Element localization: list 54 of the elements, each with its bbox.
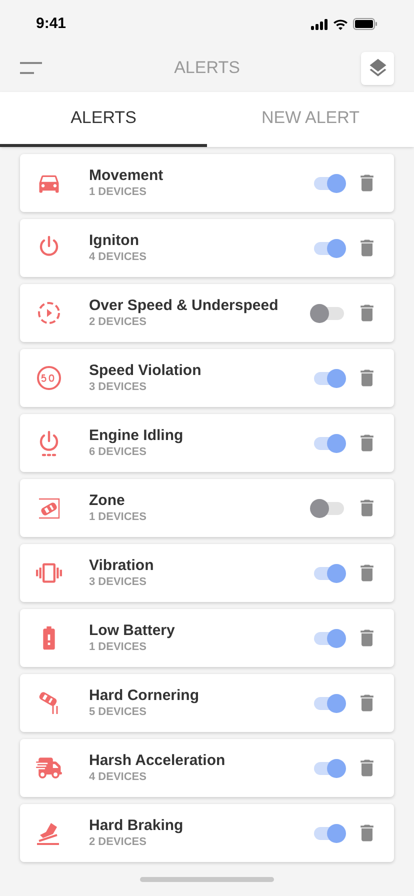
layers-button[interactable]: [361, 52, 394, 84]
alert-card[interactable]: Low Battery 1 DEVICES: [20, 609, 394, 667]
tab[interactable]: ALERTS: [0, 92, 207, 147]
toggle-switch[interactable]: [314, 826, 344, 840]
alert-card[interactable]: Vibration 3 DEVICES: [20, 544, 394, 602]
device-count: 4 DEVICES: [89, 250, 148, 265]
alert-card[interactable]: Movement 1 DEVICES: [20, 154, 394, 212]
truck-icon: [36, 755, 62, 781]
device-count: 5 DEVICES: [89, 705, 148, 720]
alert-name: Igniton: [89, 231, 140, 250]
device-count: 3 DEVICES: [89, 575, 148, 590]
device-count: 1 DEVICES: [89, 185, 148, 200]
alert-card[interactable]: Hard Cornering 5 DEVICES: [20, 674, 394, 732]
battery-icon: [353, 18, 378, 30]
alert-name: Vibration: [89, 556, 155, 575]
alert-name: Zone: [89, 491, 126, 510]
signal-icon: [311, 18, 328, 30]
wifi-icon: [333, 18, 348, 30]
speed-limit-icon: [36, 365, 62, 391]
alert-card[interactable]: Over Speed & Underspeed 2 DEVICES: [20, 284, 394, 342]
page-title: ALERTS: [174, 57, 240, 80]
toggle-switch[interactable]: [314, 436, 344, 450]
alert-name: Engine Idling: [89, 426, 184, 445]
device-count: 1 DEVICES: [89, 510, 148, 525]
alert-card[interactable]: Zone 1 DEVICES: [20, 479, 394, 537]
alert-card[interactable]: Engine Idling 6 DEVICES: [20, 414, 394, 472]
device-count: 4 DEVICES: [89, 770, 148, 785]
play-circle-icon: [36, 300, 62, 326]
toggle-switch[interactable]: [314, 566, 344, 580]
alert-card[interactable]: Harsh Acceleration 4 DEVICES: [20, 739, 394, 797]
alert-card[interactable]: Igniton 4 DEVICES: [20, 219, 394, 277]
alert-name: Movement: [89, 166, 164, 185]
alert-name: Speed Violation: [89, 361, 202, 380]
layers-icon: [366, 57, 388, 79]
device-count: 1 DEVICES: [89, 640, 148, 655]
menu-button[interactable]: [20, 62, 42, 74]
toggle-switch[interactable]: [314, 176, 344, 190]
status-time: 9:41: [36, 14, 66, 34]
alert-name: Hard Cornering: [89, 686, 200, 705]
device-count: 2 DEVICES: [89, 835, 148, 850]
alert-name: Over Speed & Underspeed: [89, 296, 280, 315]
alert-name: Low Battery: [89, 621, 176, 640]
device-count: 3 DEVICES: [89, 380, 148, 395]
alert-card[interactable]: Hard Braking 2 DEVICES: [20, 804, 394, 862]
toggle-switch[interactable]: [314, 242, 344, 254]
alert-name: Harsh Acceleration: [89, 751, 226, 770]
toggle-switch[interactable]: [314, 696, 344, 710]
device-count: 6 DEVICES: [89, 445, 148, 460]
toggle-switch[interactable]: [314, 372, 344, 384]
device-count: 2 DEVICES: [89, 315, 148, 330]
toggle-switch[interactable]: [314, 762, 344, 774]
toggle-switch[interactable]: [314, 632, 344, 644]
alert-card[interactable]: Speed Violation 3 DEVICES: [20, 349, 394, 407]
alert-name: Hard Braking: [89, 816, 184, 835]
